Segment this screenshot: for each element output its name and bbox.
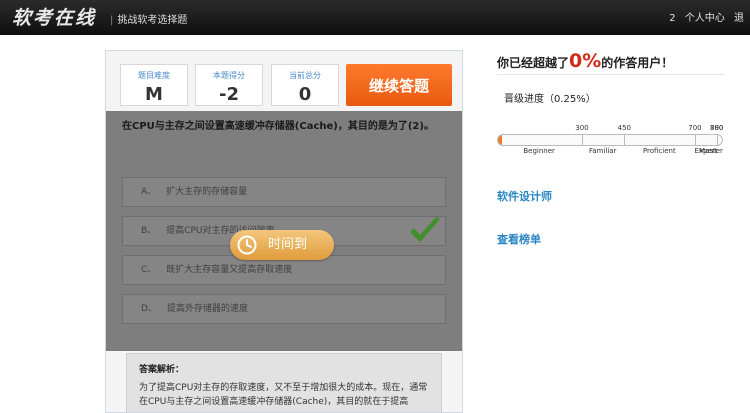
site-logo[interactable]: 软考在线 — [12, 3, 96, 30]
level-name: Master — [699, 147, 723, 155]
level-name: Beginner — [523, 147, 555, 155]
tagline: | 挑战软考选择题 — [110, 15, 188, 26]
option-letter: A、 — [141, 187, 157, 197]
stat-label: 当前总分 — [289, 71, 321, 80]
top-bar: 软考在线 | 挑战软考选择题 2 个人中心 退 — [0, 0, 750, 35]
option-letter: C、 — [141, 265, 157, 275]
notification-count[interactable]: 2 — [669, 13, 675, 24]
continue-button[interactable]: 继续答题 — [346, 64, 452, 106]
level-name: Proficient — [642, 147, 676, 155]
tagline-text: 挑战软考选择题 — [117, 15, 188, 26]
user-nav: 2 个人中心 退 — [663, 9, 744, 24]
analysis-title: 答案解析： — [139, 365, 185, 375]
stat-label: 本题得分 — [213, 71, 245, 80]
option-text: 扩大主存的存储容量 — [166, 187, 248, 197]
level-name: Familiar — [588, 147, 617, 155]
scale-tick-label: 450 — [617, 124, 631, 132]
stat-difficulty: 题目难度 M — [120, 64, 188, 106]
checkmark-icon — [410, 217, 440, 242]
scale-tick — [581, 134, 583, 146]
scale-tick-label: 300 — [575, 124, 589, 132]
time-up-label: 时间到 — [268, 237, 308, 252]
scale-tick — [694, 134, 696, 146]
question-panel: 题目难度 M 本题得分 -2 当前总分 0 继续答题 在CPU与主存之间设置高速… — [105, 50, 463, 413]
stat-score: 本题得分 -2 — [195, 64, 263, 106]
scale-tick-label: 700 — [688, 124, 702, 132]
stat-total: 当前总分 0 — [271, 64, 339, 106]
answer-analysis: 答案解析： 为了提高CPU对主存的存取速度，又不至于增加很大的成本。现在，通常在… — [126, 353, 442, 412]
leaderboard-link[interactable]: 查看榜单 — [497, 231, 541, 247]
option-d[interactable]: D、 提高外存储器的速度 — [122, 294, 446, 324]
stat-value: M — [145, 84, 163, 105]
divider — [497, 74, 725, 75]
analysis-body: 为了提高CPU对主存的存取速度，又不至于增加很大的成本。现在，通常在CPU与主存… — [139, 383, 428, 407]
exit-link[interactable]: 退 — [734, 13, 744, 24]
stat-value: -2 — [219, 84, 239, 105]
level-progress: 晋级进度（0.25%） — [504, 94, 596, 105]
scale-tick-label: 800 — [710, 124, 724, 132]
category-link[interactable]: 软件设计师 — [497, 188, 552, 204]
time-up-badge: 时间到 — [230, 230, 334, 260]
option-a[interactable]: A、 扩大主存的存储容量 — [122, 177, 446, 207]
beat-percent: 0% — [569, 50, 602, 72]
option-letter: B、 — [141, 226, 157, 236]
option-text: 既扩大主存容量又提高存取速度 — [166, 265, 293, 275]
option-text: 提高外存储器的速度 — [166, 304, 248, 314]
stat-label: 题目难度 — [138, 71, 170, 80]
progress-fill — [498, 135, 502, 145]
option-letter: D、 — [141, 304, 157, 314]
stat-value: 0 — [298, 84, 312, 105]
scale-tick — [624, 134, 626, 146]
user-center-link[interactable]: 个人中心 — [685, 13, 725, 24]
beat-prefix: 你已经超越了 — [497, 56, 570, 70]
scale-tick — [717, 134, 719, 146]
beat-suffix: 的作答用户！ — [601, 56, 674, 70]
clock-icon — [237, 235, 257, 255]
question-text: 在CPU与主存之间设置高速缓冲存储器(Cache)，其目的是为了(2)。 — [122, 121, 434, 132]
beat-summary: 你已经超越了0%的作答用户！ — [497, 50, 673, 72]
progress-bar — [497, 134, 723, 146]
level-scale: 300 450 700 780 800 Beginner Familiar Proficien… — [497, 124, 725, 156]
